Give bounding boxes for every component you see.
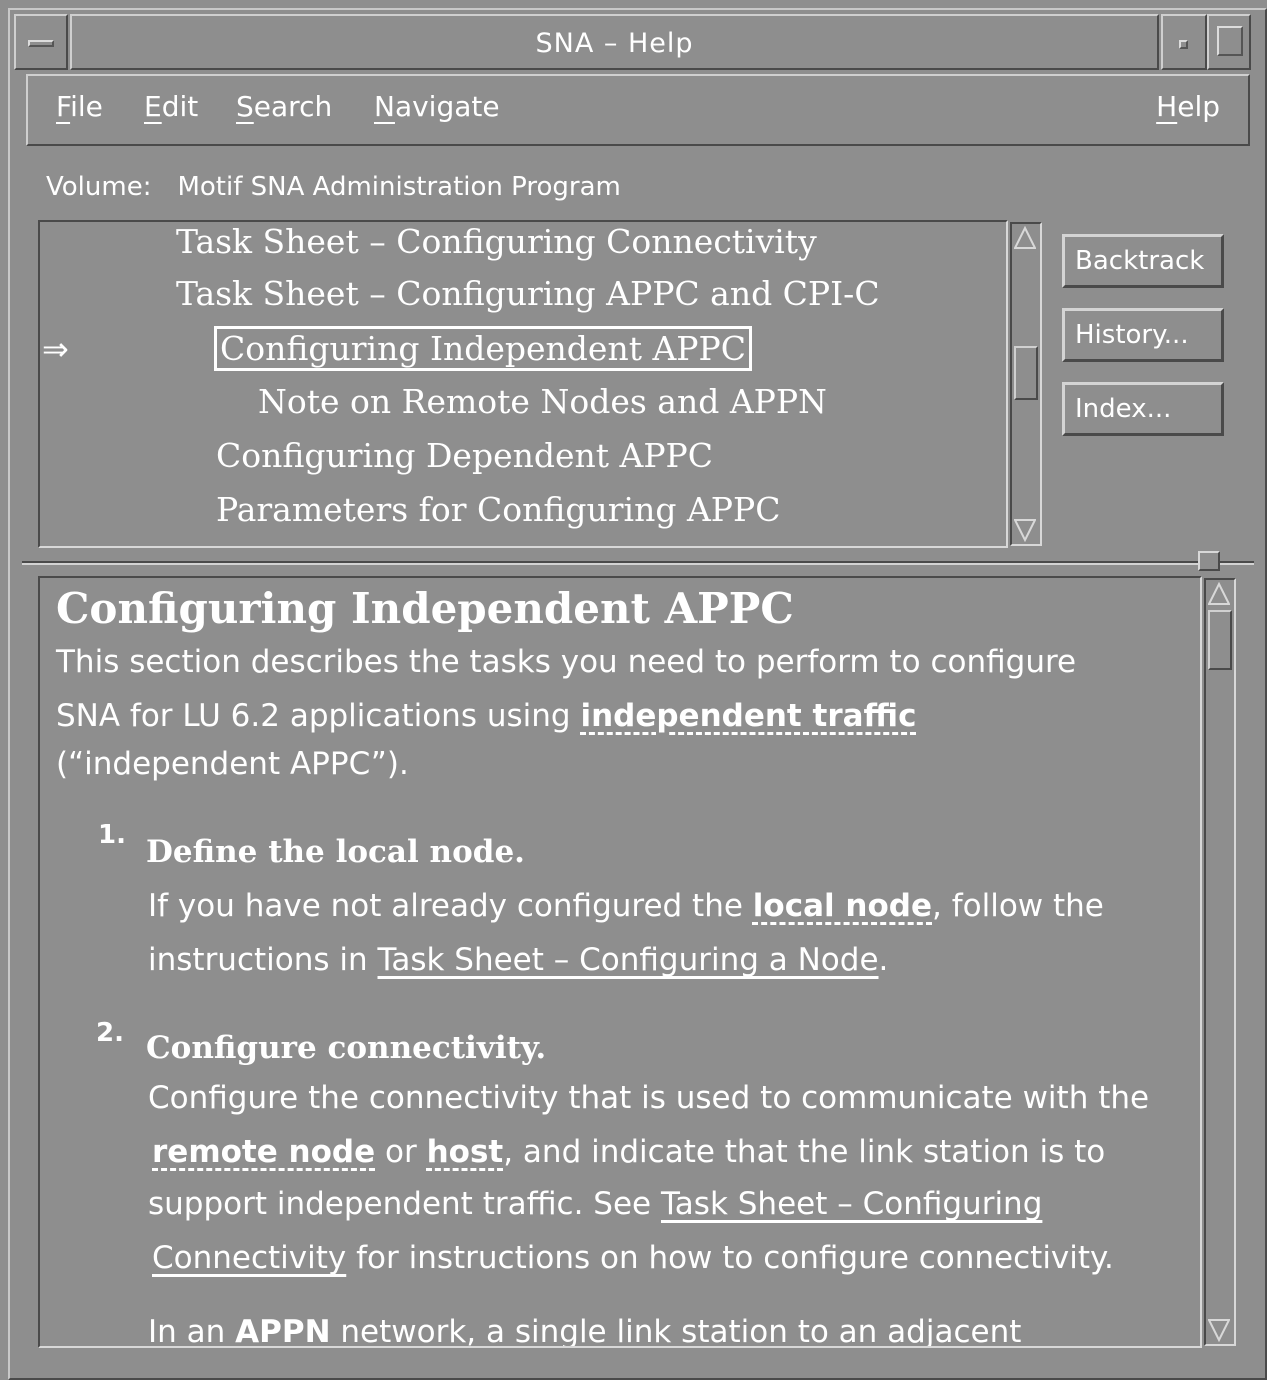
glossary-link-host[interactable]: host [427, 1134, 504, 1170]
step-text: In an [148, 1314, 226, 1348]
minimize-icon [1179, 40, 1188, 49]
step-text: , follow the [932, 888, 1104, 924]
link-task-sheet-configuring-connectivity[interactable]: Task Sheet – Configuring [661, 1186, 1042, 1222]
step2-line-4: Connectivity for instructions on how to … [152, 1240, 1114, 1276]
topic-item[interactable]: Parameters for Configuring APPC [216, 490, 780, 529]
step2-line-2: remote node or host, and indicate that t… [152, 1134, 1105, 1170]
pane-sash-handle[interactable] [1198, 551, 1220, 571]
glossary-link-local-node[interactable]: local node [753, 888, 932, 924]
pane-separator [22, 561, 1254, 565]
step2-line-1: Configure the connectivity that is used … [148, 1080, 1150, 1116]
title-bar[interactable]: SNA – Help [14, 14, 1251, 72]
step-text: support independent traffic. See [148, 1186, 652, 1222]
scroll-up-arrow-icon[interactable] [1014, 226, 1036, 250]
menu-edit[interactable]: Edit [144, 90, 198, 123]
topic-item[interactable]: Configuring Dependent APPC [216, 436, 713, 475]
menu-file[interactable]: File [56, 90, 103, 123]
menu-edit-label: dit [161, 90, 199, 123]
step-title: Configure connectivity. [146, 1030, 547, 1066]
intro-line-1: This section describes the tasks you nee… [56, 644, 1077, 680]
step-text: APPN [235, 1314, 331, 1348]
volume-name: Motif SNA Administration Program [177, 172, 621, 202]
window-menu-button[interactable] [14, 14, 68, 70]
glossary-link-independent-traffic[interactable]: independent traffic [580, 698, 916, 734]
intro-line-2: SNA for LU 6.2 applications using indepe… [56, 698, 917, 734]
step-text: . [878, 942, 889, 978]
window-menu-icon [28, 40, 54, 47]
step-text: for instructions on how to configure con… [356, 1240, 1114, 1276]
menu-search-label: earch [253, 90, 333, 123]
backtrack-button[interactable]: Backtrack [1062, 234, 1224, 288]
menu-help-label: elp [1177, 90, 1220, 123]
topic-item-selected[interactable]: Configuring Independent APPC [214, 326, 752, 371]
menu-navigate-mnemonic: N [374, 90, 395, 123]
volume-line: Volume: Motif SNA Administration Program [46, 172, 621, 202]
step-number: 2. [96, 1018, 124, 1048]
topic-list-scrollbar[interactable] [1010, 222, 1042, 546]
step2-line-3: support independent traffic. See Task Sh… [148, 1186, 1042, 1222]
menu-search[interactable]: Search [236, 90, 332, 123]
maximize-icon [1217, 26, 1243, 56]
volume-label: Volume: [46, 172, 152, 202]
content-scrollbar[interactable] [1204, 578, 1236, 1346]
topic-item[interactable]: Note on Remote Nodes and APPN [258, 382, 827, 421]
topic-item[interactable]: Task Sheet – Configuring APPC and CPI-C [176, 274, 880, 313]
current-topic-arrow-icon: ⇒ [42, 330, 69, 368]
scroll-down-arrow-icon[interactable] [1014, 518, 1036, 542]
index-button[interactable]: Index... [1062, 382, 1224, 436]
window-title: SNA – Help [70, 14, 1159, 70]
menu-help[interactable]: Help [1156, 90, 1220, 123]
intro-text: SNA for LU 6.2 applications using [56, 698, 571, 734]
glossary-link-remote-node[interactable]: remote node [152, 1134, 375, 1170]
content-heading: Configuring Independent APPC [56, 584, 794, 633]
history-button[interactable]: History... [1062, 308, 1224, 362]
step-text: instructions in [148, 942, 368, 978]
step-title: Define the local node. [146, 834, 525, 870]
content-scroll-thumb[interactable] [1208, 610, 1232, 670]
minimize-button[interactable] [1161, 14, 1207, 70]
step-text: or [385, 1134, 417, 1170]
menubar: File Edit Search Navigate Help [26, 74, 1250, 146]
maximize-button[interactable] [1207, 14, 1251, 70]
menu-file-mnemonic: F [56, 90, 71, 123]
menu-search-mnemonic: S [236, 90, 254, 123]
link-task-sheet-configuring-connectivity[interactable]: Connectivity [152, 1240, 346, 1276]
menu-navigate[interactable]: Navigate [374, 90, 500, 123]
step-text: network, a single link station to an adj… [340, 1314, 1022, 1348]
topic-list[interactable]: Task Sheet – Configuring Connectivity Ta… [38, 220, 1008, 548]
intro-line-3: (“independent APPC”). [56, 746, 409, 782]
scroll-up-arrow-icon[interactable] [1208, 582, 1230, 606]
step-text: , and indicate that the link station is … [503, 1134, 1106, 1170]
topic-item[interactable]: Task Sheet – Configuring Connectivity [176, 222, 817, 261]
menu-navigate-label: avigate [394, 90, 500, 123]
step1-line-2: instructions in Task Sheet – Configuring… [148, 942, 888, 978]
menu-file-label: ile [70, 90, 103, 123]
step-text: If you have not already configured the [148, 888, 743, 924]
scroll-down-arrow-icon[interactable] [1208, 1318, 1230, 1342]
step2-line-5: In an APPN network, a single link statio… [148, 1314, 1022, 1348]
menu-help-mnemonic: H [1156, 90, 1178, 123]
step1-line-1: If you have not already configured the l… [148, 888, 1104, 924]
menu-edit-mnemonic: E [144, 90, 162, 123]
link-task-sheet-configuring-node[interactable]: Task Sheet – Configuring a Node [378, 942, 879, 978]
step-number: 1. [98, 820, 126, 850]
topic-list-scroll-thumb[interactable] [1014, 346, 1038, 400]
help-content-pane[interactable]: Configuring Independent APPC This sectio… [38, 576, 1202, 1348]
